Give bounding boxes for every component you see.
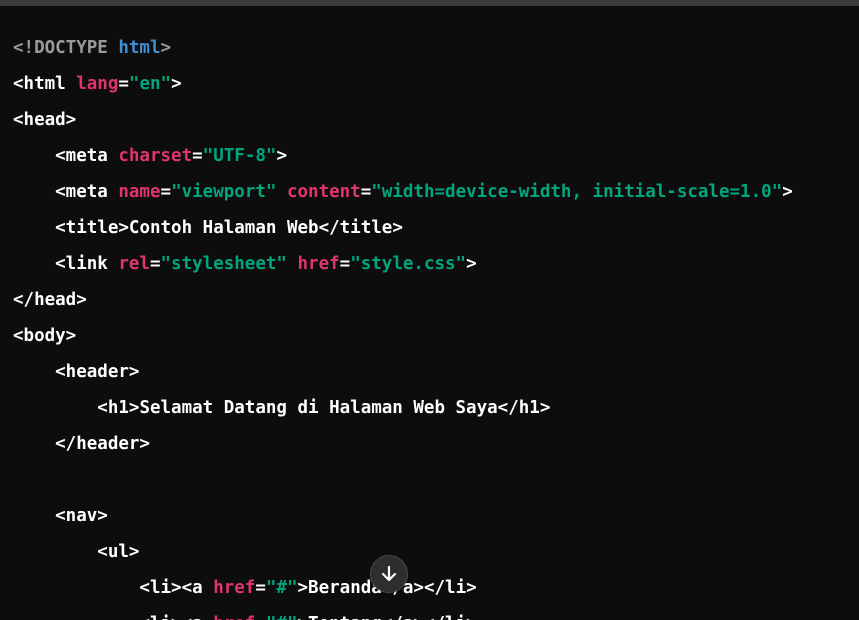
- code-token: name: [118, 182, 161, 202]
- code-line: <link rel="stylesheet" href="style.css">: [13, 246, 477, 282]
- code-token: <h1>: [13, 398, 140, 418]
- code-token: rel: [118, 254, 150, 274]
- code-line: <meta charset="UTF-8">: [13, 138, 287, 174]
- code-token: </head>: [13, 290, 87, 310]
- code-token: charset: [118, 146, 193, 166]
- code-line: <header>: [13, 354, 139, 390]
- code-token: >: [276, 146, 287, 166]
- code-token: "#": [266, 614, 298, 620]
- code-token: =: [118, 74, 129, 94]
- code-token: >: [466, 254, 477, 274]
- code-token: lang: [76, 74, 119, 94]
- code-line: <li><a href="#">Tentang</a></li>: [13, 606, 477, 620]
- code-token: "UTF-8": [202, 146, 277, 166]
- code-token: =: [149, 254, 161, 274]
- code-line: <meta name="viewport" content="width=dev…: [13, 174, 793, 210]
- code-block: <!DOCTYPE html> <html lang="en"> <head> <m…: [0, 30, 859, 620]
- code-token: <meta: [13, 182, 119, 202]
- code-token: href: [297, 254, 340, 274]
- code-line: <title>Contoh Halaman Web</title>: [13, 210, 403, 246]
- code-line: <body>: [13, 318, 76, 354]
- code-token: <head>: [13, 110, 77, 130]
- code-token: href: [213, 614, 255, 620]
- code-token: "style.css": [350, 254, 467, 274]
- code-line: <h1>Selamat Datang di Halaman Web Saya</…: [13, 390, 550, 426]
- code-token: "width=device-width, initial-scale=1.0": [371, 182, 783, 202]
- code-token: "viewport": [171, 182, 277, 202]
- code-token: =: [255, 614, 266, 620]
- code-token: <nav>: [13, 506, 108, 526]
- code-token: <ul>: [13, 542, 140, 562]
- top-divider-bar: [0, 0, 859, 6]
- code-token: <li><a: [13, 578, 214, 598]
- code-token: <body>: [13, 326, 77, 346]
- code-token: =: [360, 182, 372, 202]
- code-token: =: [339, 254, 351, 274]
- code-token: =: [160, 182, 172, 202]
- code-line: <html lang="en">: [13, 66, 182, 102]
- code-token: >: [160, 38, 172, 58]
- code-token: <title>: [13, 218, 129, 238]
- code-token: </title>: [318, 218, 403, 238]
- code-line: <ul>: [13, 534, 139, 570]
- code-line: <nav>: [13, 498, 108, 534]
- code-token: =: [192, 146, 203, 166]
- code-line: </head>: [13, 282, 87, 318]
- code-token: Tentang: [308, 614, 382, 620]
- code-token: >: [171, 74, 182, 94]
- code-token: "#": [265, 578, 298, 598]
- code-token: Selamat Datang di Halaman Web Saya: [139, 398, 498, 418]
- code-token: >: [298, 614, 309, 620]
- code-line: <!DOCTYPE html>: [13, 30, 171, 66]
- scroll-to-bottom-button[interactable]: [370, 555, 408, 593]
- code-token: "en": [128, 74, 172, 94]
- code-token: </h1>: [497, 398, 551, 418]
- code-token: <!DOCTYPE: [13, 38, 119, 58]
- code-token: </a></li>: [382, 614, 477, 620]
- code-line: </header>: [13, 426, 150, 462]
- code-token: <header>: [13, 362, 140, 382]
- code-token: =: [255, 578, 266, 598]
- code-token: <link: [13, 254, 119, 274]
- code-token: Contoh Halaman Web: [128, 218, 319, 238]
- code-token: >: [297, 578, 309, 598]
- code-token: href: [213, 578, 256, 598]
- code-token: </header>: [13, 434, 150, 454]
- code-line: <head>: [13, 102, 76, 138]
- code-token: <li><a: [13, 614, 213, 620]
- code-token: "stylesheet": [160, 254, 287, 274]
- code-token: content: [286, 182, 361, 202]
- code-token: <html: [13, 74, 77, 94]
- code-token: >: [782, 182, 793, 202]
- arrow-down-icon: [381, 565, 397, 582]
- code-token: html: [118, 38, 161, 58]
- code-token: <meta: [13, 146, 119, 166]
